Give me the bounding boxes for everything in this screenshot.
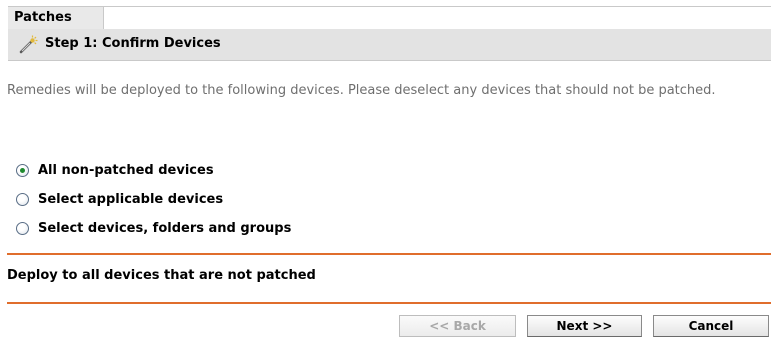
step-header: Step 1: Confirm Devices [8,29,771,61]
divider-top [7,253,771,255]
next-button[interactable]: Next >> [527,315,642,337]
tab-strip: Patches [8,6,771,30]
option-label[interactable]: Select devices, folders and groups [38,216,291,241]
radio-select-applicable[interactable] [16,193,29,206]
instruction-text: Remedies will be deployed to the followi… [7,83,716,98]
radio-all-non-patched[interactable] [16,164,29,177]
option-label[interactable]: Select applicable devices [38,187,223,212]
cancel-button[interactable]: Cancel [653,315,769,337]
back-button[interactable]: << Back [399,315,516,337]
tab-patches[interactable]: Patches [8,7,104,29]
tab-patches-label: Patches [14,10,72,25]
selection-summary: Deploy to all devices that are not patch… [7,268,316,283]
option-label[interactable]: All non-patched devices [38,158,214,183]
radio-selected-dot [20,168,25,173]
radio-select-devices-folders-groups[interactable] [16,222,29,235]
step-title: Step 1: Confirm Devices [45,36,221,51]
wizard-wand-icon [18,35,38,55]
divider-bottom [7,302,771,304]
